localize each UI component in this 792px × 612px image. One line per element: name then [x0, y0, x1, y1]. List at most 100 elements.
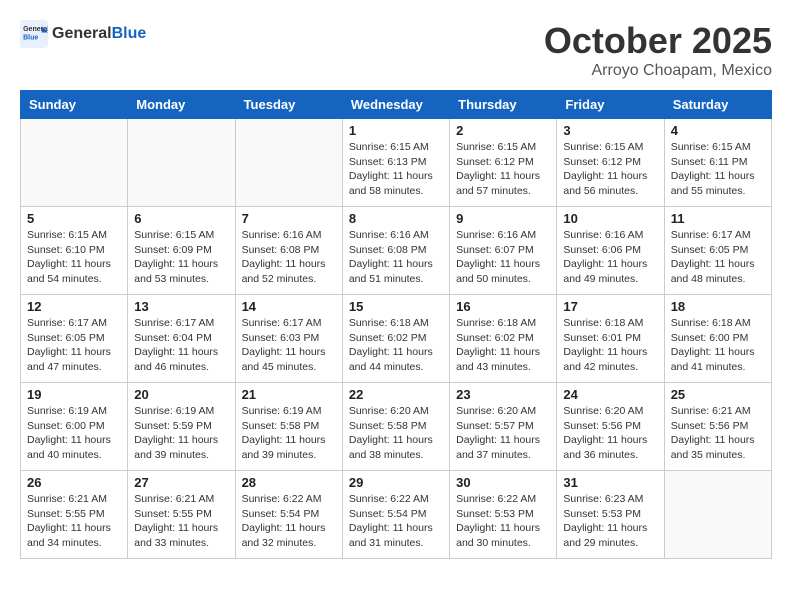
title-area: October 2025 Arroyo Choapam, Mexico [544, 20, 772, 80]
day-number: 25 [671, 387, 765, 402]
svg-text:Blue: Blue [23, 34, 38, 41]
calendar-cell: 30 Sunrise: 6:22 AM Sunset: 5:53 PM Dayli… [450, 471, 557, 559]
calendar-cell: 16 Sunrise: 6:18 AM Sunset: 6:02 PM Dayli… [450, 295, 557, 383]
day-number: 12 [27, 299, 121, 314]
calendar-cell: 17 Sunrise: 6:18 AM Sunset: 6:01 PM Dayli… [557, 295, 664, 383]
day-info: Sunrise: 6:18 AM Sunset: 6:02 PM Dayligh… [456, 316, 550, 375]
month-title: October 2025 [544, 20, 772, 62]
day-info: Sunrise: 6:15 AM Sunset: 6:10 PM Dayligh… [27, 228, 121, 287]
calendar-week-row: 5 Sunrise: 6:15 AM Sunset: 6:10 PM Daylig… [21, 207, 772, 295]
logo: General Blue GeneralBlue [20, 20, 146, 48]
day-info: Sunrise: 6:21 AM Sunset: 5:55 PM Dayligh… [134, 492, 228, 551]
day-number: 18 [671, 299, 765, 314]
calendar-cell: 4 Sunrise: 6:15 AM Sunset: 6:11 PM Daylig… [664, 119, 771, 207]
calendar-cell: 15 Sunrise: 6:18 AM Sunset: 6:02 PM Dayli… [342, 295, 449, 383]
calendar-week-row: 1 Sunrise: 6:15 AM Sunset: 6:13 PM Daylig… [21, 119, 772, 207]
header-friday: Friday [557, 91, 664, 119]
day-info: Sunrise: 6:16 AM Sunset: 6:06 PM Dayligh… [563, 228, 657, 287]
day-number: 22 [349, 387, 443, 402]
day-info: Sunrise: 6:15 AM Sunset: 6:12 PM Dayligh… [563, 140, 657, 199]
day-info: Sunrise: 6:21 AM Sunset: 5:56 PM Dayligh… [671, 404, 765, 463]
calendar-cell: 8 Sunrise: 6:16 AM Sunset: 6:08 PM Daylig… [342, 207, 449, 295]
day-number: 3 [563, 123, 657, 138]
day-number: 20 [134, 387, 228, 402]
day-info: Sunrise: 6:20 AM Sunset: 5:57 PM Dayligh… [456, 404, 550, 463]
day-number: 19 [27, 387, 121, 402]
day-number: 5 [27, 211, 121, 226]
day-info: Sunrise: 6:15 AM Sunset: 6:13 PM Dayligh… [349, 140, 443, 199]
header-thursday: Thursday [450, 91, 557, 119]
day-info: Sunrise: 6:23 AM Sunset: 5:53 PM Dayligh… [563, 492, 657, 551]
calendar-cell: 2 Sunrise: 6:15 AM Sunset: 6:12 PM Daylig… [450, 119, 557, 207]
day-number: 31 [563, 475, 657, 490]
calendar-cell: 22 Sunrise: 6:20 AM Sunset: 5:58 PM Dayli… [342, 383, 449, 471]
day-info: Sunrise: 6:20 AM Sunset: 5:58 PM Dayligh… [349, 404, 443, 463]
header: General Blue GeneralBlue October 2025 Ar… [20, 20, 772, 80]
calendar-cell: 23 Sunrise: 6:20 AM Sunset: 5:57 PM Dayli… [450, 383, 557, 471]
calendar-cell: 26Sunrise: 6:21 AM Sunset: 5:55 PM Dayli… [21, 471, 128, 559]
logo-blue-text: Blue [112, 25, 147, 42]
calendar-cell: 31 Sunrise: 6:23 AM Sunset: 5:53 PM Dayli… [557, 471, 664, 559]
logo-general-text: General [52, 25, 112, 42]
calendar-cell: 25 Sunrise: 6:21 AM Sunset: 5:56 PM Dayli… [664, 383, 771, 471]
day-number: 27 [134, 475, 228, 490]
day-info: Sunrise: 6:15 AM Sunset: 6:12 PM Dayligh… [456, 140, 550, 199]
calendar-cell: 7 Sunrise: 6:16 AM Sunset: 6:08 PM Daylig… [235, 207, 342, 295]
calendar-week-row: 12 Sunrise: 6:17 AM Sunset: 6:05 PM Dayli… [21, 295, 772, 383]
day-number: 17 [563, 299, 657, 314]
day-info: Sunrise: 6:16 AM Sunset: 6:08 PM Dayligh… [242, 228, 336, 287]
day-number: 15 [349, 299, 443, 314]
header-sunday: Sunday [21, 91, 128, 119]
calendar-cell [128, 119, 235, 207]
calendar-cell: 10 Sunrise: 6:16 AM Sunset: 6:06 PM Dayli… [557, 207, 664, 295]
day-info: Sunrise: 6:17 AM Sunset: 6:05 PM Dayligh… [671, 228, 765, 287]
day-number: 8 [349, 211, 443, 226]
calendar-cell: 14 Sunrise: 6:17 AM Sunset: 6:03 PM Dayli… [235, 295, 342, 383]
day-info: Sunrise: 6:22 AM Sunset: 5:53 PM Dayligh… [456, 492, 550, 551]
day-info: Sunrise: 6:15 AM Sunset: 6:09 PM Dayligh… [134, 228, 228, 287]
header-tuesday: Tuesday [235, 91, 342, 119]
calendar-cell: 27 Sunrise: 6:21 AM Sunset: 5:55 PM Dayli… [128, 471, 235, 559]
location-title: Arroyo Choapam, Mexico [544, 62, 772, 80]
day-number: 16 [456, 299, 550, 314]
day-number: 10 [563, 211, 657, 226]
calendar-cell: 6 Sunrise: 6:15 AM Sunset: 6:09 PM Daylig… [128, 207, 235, 295]
day-number: 29 [349, 475, 443, 490]
day-number: 30 [456, 475, 550, 490]
calendar-cell: 21Sunrise: 6:19 AM Sunset: 5:58 PM Dayli… [235, 383, 342, 471]
calendar-cell: 28 Sunrise: 6:22 AM Sunset: 5:54 PM Dayli… [235, 471, 342, 559]
calendar-week-row: 19Sunrise: 6:19 AM Sunset: 6:00 PM Dayli… [21, 383, 772, 471]
day-info: Sunrise: 6:17 AM Sunset: 6:05 PM Dayligh… [27, 316, 121, 375]
calendar-cell: 29 Sunrise: 6:22 AM Sunset: 5:54 PM Dayli… [342, 471, 449, 559]
calendar-cell: 13Sunrise: 6:17 AM Sunset: 6:04 PM Dayli… [128, 295, 235, 383]
day-info: Sunrise: 6:17 AM Sunset: 6:03 PM Dayligh… [242, 316, 336, 375]
header-saturday: Saturday [664, 91, 771, 119]
day-number: 26 [27, 475, 121, 490]
day-info: Sunrise: 6:16 AM Sunset: 6:08 PM Dayligh… [349, 228, 443, 287]
day-number: 28 [242, 475, 336, 490]
header-wednesday: Wednesday [342, 91, 449, 119]
day-info: Sunrise: 6:18 AM Sunset: 6:00 PM Dayligh… [671, 316, 765, 375]
day-info: Sunrise: 6:22 AM Sunset: 5:54 PM Dayligh… [349, 492, 443, 551]
day-number: 14 [242, 299, 336, 314]
day-number: 2 [456, 123, 550, 138]
day-number: 7 [242, 211, 336, 226]
day-number: 6 [134, 211, 228, 226]
calendar-cell: 5 Sunrise: 6:15 AM Sunset: 6:10 PM Daylig… [21, 207, 128, 295]
day-info: Sunrise: 6:19 AM Sunset: 5:58 PM Dayligh… [242, 404, 336, 463]
day-number: 4 [671, 123, 765, 138]
day-info: Sunrise: 6:16 AM Sunset: 6:07 PM Dayligh… [456, 228, 550, 287]
day-number: 23 [456, 387, 550, 402]
weekday-header-row: Sunday Monday Tuesday Wednesday Thursday… [21, 91, 772, 119]
calendar-cell: 19Sunrise: 6:19 AM Sunset: 6:00 PM Dayli… [21, 383, 128, 471]
calendar-cell: 3 Sunrise: 6:15 AM Sunset: 6:12 PM Daylig… [557, 119, 664, 207]
calendar-cell: 12 Sunrise: 6:17 AM Sunset: 6:05 PM Dayli… [21, 295, 128, 383]
day-info: Sunrise: 6:22 AM Sunset: 5:54 PM Dayligh… [242, 492, 336, 551]
day-info: Sunrise: 6:18 AM Sunset: 6:02 PM Dayligh… [349, 316, 443, 375]
calendar-table: Sunday Monday Tuesday Wednesday Thursday… [20, 90, 772, 559]
day-info: Sunrise: 6:15 AM Sunset: 6:11 PM Dayligh… [671, 140, 765, 199]
day-info: Sunrise: 6:18 AM Sunset: 6:01 PM Dayligh… [563, 316, 657, 375]
day-number: 9 [456, 211, 550, 226]
calendar-cell: 20Sunrise: 6:19 AM Sunset: 5:59 PM Dayli… [128, 383, 235, 471]
day-number: 1 [349, 123, 443, 138]
